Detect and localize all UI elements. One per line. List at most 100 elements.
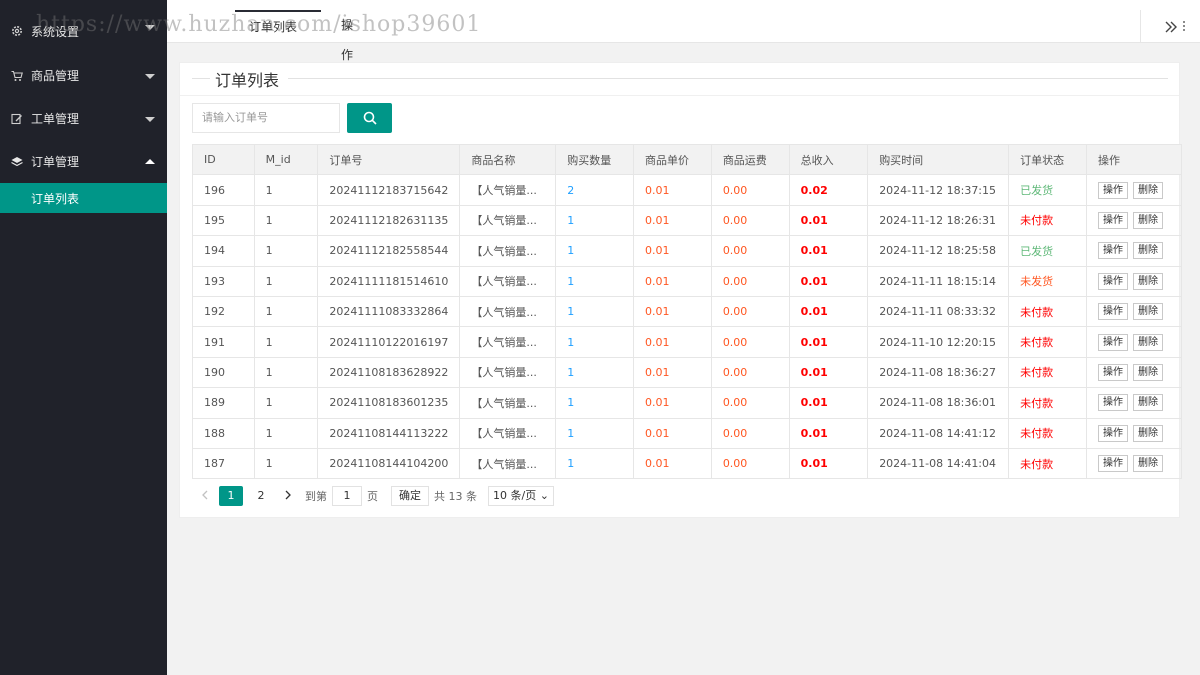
cell-actions: 操作 删除 [1085, 326, 1183, 358]
cell-actions: 操作 删除 [1085, 204, 1183, 237]
delete-button[interactable]: 删除 [1132, 455, 1163, 473]
table-row: 195 1 20241112182631135 【人气销量... 1 0.01 0.00 0.… [192, 204, 1183, 237]
cell-status: 未付款 [1008, 204, 1087, 237]
column-header[interactable]: 总收入 [788, 143, 869, 176]
operate-button[interactable]: 操作 [1097, 394, 1128, 412]
delete-button[interactable]: 删除 [1132, 363, 1163, 381]
cell-quantity: 1 [555, 204, 635, 237]
page-button-2[interactable]: 2 [249, 486, 273, 506]
cell-id: 187 [192, 447, 255, 480]
gear-icon [11, 25, 23, 37]
chevron-down-icon [145, 73, 155, 79]
tab-operation[interactable]: 操作 [327, 10, 377, 62]
delete-button[interactable]: 删除 [1132, 333, 1163, 351]
table-row: 189 1 20241108183601235 【人气销量... 1 0.01 0.00 0.… [192, 387, 1183, 419]
prev-page-icon[interactable] [192, 490, 216, 503]
delete-button[interactable]: 删除 [1132, 272, 1163, 290]
cell-unit-price: 0.01 [633, 235, 712, 267]
search-input[interactable]: 请输入订单号 [192, 103, 340, 133]
cell-status: 未付款 [1008, 447, 1087, 480]
column-header[interactable]: 购买数量 [555, 143, 635, 176]
cell-status: 已发货 [1008, 235, 1087, 267]
cell-order-no: 20241112182558544 [317, 235, 461, 267]
pagination: 1 2 到第 1 页 确定 共 13 条 10 条/页 ⌄ [192, 483, 554, 509]
panel-header: 订单列表 [180, 63, 1179, 96]
sidebar-item-orders[interactable]: 订单管理 [0, 140, 167, 183]
cell-mid: 1 [253, 265, 319, 297]
orders-table-body: 196 1 20241112183715642 【人气销量... 2 0.01 0.00 0.… [192, 174, 1183, 480]
cell-actions: 操作 删除 [1085, 447, 1183, 480]
confirm-button[interactable]: 确定 [391, 486, 429, 506]
cell-unit-price: 0.01 [633, 204, 712, 237]
cell-freight: 0.00 [710, 447, 790, 480]
column-header[interactable]: 操作 [1085, 143, 1183, 176]
cell-freight: 0.00 [710, 417, 790, 449]
tab-order-list[interactable]: 订单列表 [235, 10, 321, 43]
page-jump-input[interactable]: 1 [332, 486, 362, 506]
delete-button[interactable]: 删除 [1132, 242, 1163, 260]
operate-button[interactable]: 操作 [1097, 211, 1128, 229]
delete-button[interactable]: 删除 [1132, 424, 1163, 442]
expand-tabs-button[interactable] [1140, 10, 1200, 43]
column-header[interactable]: ID [192, 143, 255, 176]
more-options-icon[interactable] [1182, 20, 1186, 35]
column-header[interactable]: 订单号 [317, 143, 461, 176]
column-header[interactable]: 购买时间 [867, 143, 1010, 176]
operate-button[interactable]: 操作 [1097, 181, 1128, 199]
cell-order-no: 20241108144104200 [317, 447, 461, 480]
cell-product-name: 【人气销量... [459, 387, 557, 419]
page-size-select[interactable]: 10 条/页 ⌄ [488, 486, 554, 506]
operate-button[interactable]: 操作 [1097, 303, 1128, 321]
operate-button[interactable]: 操作 [1097, 363, 1128, 381]
cell-unit-price: 0.01 [633, 295, 712, 328]
sidebar-item-tickets[interactable]: 工单管理 [0, 97, 167, 140]
cell-order-no: 20241111181514610 [317, 265, 461, 297]
delete-button[interactable]: 删除 [1132, 303, 1163, 321]
table-row: 191 1 20241110122016197 【人气销量... 1 0.01 0.00 0.… [192, 326, 1183, 358]
cell-product-name: 【人气销量... [459, 417, 557, 449]
column-header[interactable]: M_id [253, 143, 319, 176]
cell-purchase-time: 2024-11-11 18:15:14 [867, 265, 1010, 297]
cell-purchase-time: 2024-11-11 08:33:32 [867, 295, 1010, 328]
cell-status: 未付款 [1008, 295, 1087, 328]
table-row: 196 1 20241112183715642 【人气销量... 2 0.01 0.00 0.… [192, 174, 1183, 206]
cell-purchase-time: 2024-11-10 12:20:15 [867, 326, 1010, 358]
column-header[interactable]: 订单状态 [1008, 143, 1087, 176]
search-button[interactable] [347, 103, 392, 133]
edit-icon [11, 113, 23, 125]
operate-button[interactable]: 操作 [1097, 455, 1128, 473]
operate-button[interactable]: 操作 [1097, 272, 1128, 290]
cell-status: 未付款 [1008, 417, 1087, 449]
operate-button[interactable]: 操作 [1097, 242, 1128, 260]
cell-total: 0.01 [788, 417, 869, 449]
cell-status: 未付款 [1008, 356, 1087, 389]
sidebar-subnav: 订单列表 [0, 183, 167, 213]
column-header[interactable]: 商品运费 [710, 143, 790, 176]
next-page-icon[interactable] [276, 490, 300, 503]
cell-id: 192 [192, 295, 255, 328]
cell-id: 191 [192, 326, 255, 358]
sidebar-subitem-order-list[interactable]: 订单列表 [0, 183, 167, 213]
operate-button[interactable]: 操作 [1097, 333, 1128, 351]
cell-quantity: 1 [555, 447, 635, 480]
delete-button[interactable]: 删除 [1132, 181, 1163, 199]
delete-button[interactable]: 删除 [1132, 211, 1163, 229]
cell-quantity: 1 [555, 387, 635, 419]
cell-actions: 操作 删除 [1085, 387, 1183, 419]
cell-total: 0.01 [788, 235, 869, 267]
sidebar-item-system-settings[interactable]: 系统设置 [0, 0, 167, 54]
sidebar-item-products[interactable]: 商品管理 [0, 54, 167, 97]
cell-mid: 1 [253, 295, 319, 328]
cell-status: 已发货 [1008, 174, 1087, 206]
cell-actions: 操作 删除 [1085, 265, 1183, 297]
page-button-1[interactable]: 1 [219, 486, 243, 506]
column-header[interactable]: 商品单价 [633, 143, 712, 176]
cell-unit-price: 0.01 [633, 326, 712, 358]
column-header[interactable]: 商品名称 [459, 143, 557, 176]
cell-freight: 0.00 [710, 174, 790, 206]
page-title: 订单列表 [215, 71, 280, 90]
cell-id: 195 [192, 204, 255, 237]
operate-button[interactable]: 操作 [1097, 424, 1128, 442]
delete-button[interactable]: 删除 [1132, 394, 1163, 412]
sidebar: 系统设置 商品管理 工单管理 订单管理 订单列表 [0, 0, 167, 675]
